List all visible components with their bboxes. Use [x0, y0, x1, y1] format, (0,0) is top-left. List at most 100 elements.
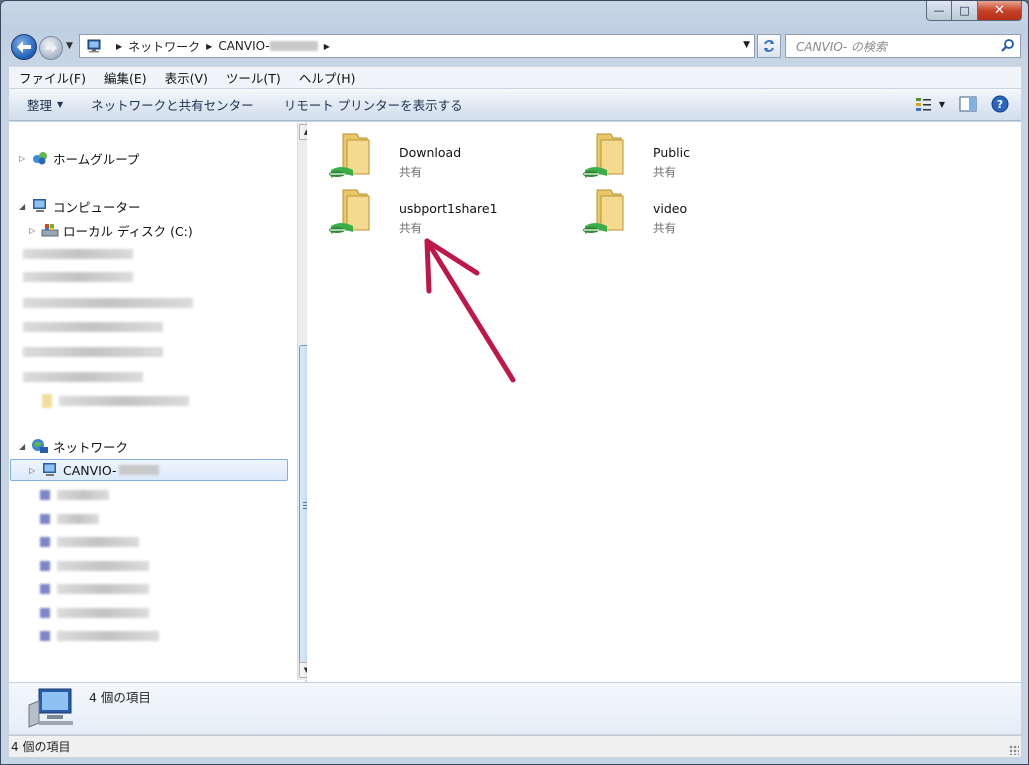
- network-computer-icon: [41, 462, 59, 478]
- chevron-right-icon[interactable]: ▶: [116, 42, 122, 51]
- file-description: 共有: [399, 165, 422, 179]
- forward-arrow-icon: [45, 43, 57, 53]
- expand-arrow-icon[interactable]: ▷: [29, 466, 39, 475]
- recent-pages-dropdown[interactable]: ▼: [66, 41, 73, 51]
- forward-button[interactable]: [39, 36, 63, 60]
- tree-canvio[interactable]: ▷ CANVIO-: [10, 459, 288, 481]
- shared-folder-icon: [329, 133, 370, 178]
- remote-printers-button[interactable]: リモート プリンターを表示する: [284, 95, 463, 114]
- search-placeholder: CANVIO- の検索: [796, 39, 887, 54]
- explorer-window: — □ ✕ ▼ ▶ ネットワーク ▶ CANVIO- ▶ ▼ CANVIO- の…: [0, 0, 1029, 765]
- menu-file[interactable]: ファイル(F): [19, 68, 86, 87]
- shared-folder-icon: [329, 189, 370, 234]
- redacted-item: [59, 396, 189, 406]
- redacted-icon: [40, 514, 50, 524]
- view-controls: ▼ ?: [901, 95, 1009, 113]
- file-item-public[interactable]: Public 共有: [581, 130, 821, 182]
- breadcrumb-network[interactable]: ネットワーク: [128, 38, 200, 55]
- tree-homegroup[interactable]: ▷ ホームグループ: [19, 148, 139, 168]
- preview-pane-icon: [959, 96, 977, 112]
- title-bar: — □ ✕: [1, 1, 1028, 29]
- tree-label: ネットワーク: [53, 439, 129, 455]
- refresh-icon: [764, 40, 774, 52]
- redacted-icon: [40, 584, 50, 594]
- collapse-arrow-icon[interactable]: ◢: [19, 442, 29, 451]
- shared-folder-icon: [583, 133, 624, 178]
- maximize-button[interactable]: □: [952, 1, 978, 21]
- navigation-row: ▼ ▶ ネットワーク ▶ CANVIO- ▶ ▼ CANVIO- の検索: [9, 34, 1021, 60]
- refresh-button[interactable]: [757, 34, 781, 58]
- redacted-icon: [40, 561, 50, 571]
- annotation-arrow: [424, 238, 516, 383]
- chevron-right-icon[interactable]: ▶: [206, 42, 212, 51]
- menu-help[interactable]: ヘルプ(H): [299, 68, 356, 87]
- tree-label: ホームグループ: [53, 151, 140, 167]
- maximize-icon: □: [959, 4, 970, 17]
- tree-label: ローカル ディスク (C:): [63, 223, 193, 239]
- tree-network[interactable]: ◢ ネットワーク: [19, 436, 128, 456]
- close-icon: ✕: [994, 3, 1005, 18]
- change-view-button[interactable]: ▼: [915, 96, 945, 112]
- chevron-down-icon: ▼: [57, 100, 64, 109]
- network-center-button[interactable]: ネットワークと共有センター: [91, 95, 254, 114]
- tree-local-disk[interactable]: ▷ ローカル ディスク (C:): [29, 220, 193, 240]
- network-center-label: ネットワークと共有センター: [91, 98, 254, 113]
- homegroup-icon: [31, 150, 49, 166]
- tree-computer[interactable]: ◢ コンピューター: [19, 196, 141, 216]
- back-button[interactable]: [11, 34, 37, 60]
- menu-edit[interactable]: 編集(E): [104, 68, 147, 87]
- help-button[interactable]: ?: [991, 95, 1009, 113]
- redacted-icon: [42, 394, 52, 408]
- navigation-pane[interactable]: ▷ ホームグループ ◢ コンピューター ▷ ローカル ディスク (C:) ◢ ネ…: [9, 122, 314, 682]
- close-button[interactable]: ✕: [978, 1, 1022, 21]
- chevron-right-icon[interactable]: ▶: [324, 42, 330, 51]
- status-bar: 4 個の項目: [9, 735, 1021, 757]
- redacted-item: [23, 372, 143, 382]
- file-name: usbport1share1: [399, 201, 498, 216]
- redacted-item: [57, 584, 149, 594]
- redacted-item: [23, 272, 133, 282]
- status-item-count: 4 個の項目: [11, 740, 71, 754]
- address-dropdown-icon[interactable]: ▼: [743, 40, 750, 50]
- redacted-item: [57, 537, 139, 547]
- help-icon: ?: [991, 95, 1009, 113]
- expand-arrow-icon[interactable]: ▷: [29, 226, 39, 235]
- file-name: video: [653, 201, 688, 216]
- chevron-down-icon[interactable]: ▼: [939, 100, 945, 109]
- details-pane: 4 個の項目: [9, 682, 1021, 734]
- redacted-item: [23, 347, 163, 357]
- expand-arrow-icon[interactable]: ▷: [19, 154, 29, 163]
- redacted-text: [269, 41, 318, 51]
- file-description: 共有: [653, 165, 676, 179]
- file-name: Download: [399, 145, 462, 160]
- shared-folder-icon: [583, 189, 624, 234]
- preview-pane-button[interactable]: [959, 96, 977, 112]
- address-bar[interactable]: ▶ ネットワーク ▶ CANVIO- ▶ ▼: [79, 34, 755, 58]
- redacted-item: [57, 608, 149, 618]
- back-arrow-icon: [17, 41, 31, 53]
- redacted-icon: [40, 490, 50, 500]
- organize-button[interactable]: 整理 ▼: [27, 95, 63, 114]
- disk-icon: [41, 222, 59, 238]
- menu-tools[interactable]: ツール(T): [226, 68, 281, 87]
- search-input[interactable]: CANVIO- の検索: [785, 34, 1021, 58]
- menu-view[interactable]: 表示(V): [165, 68, 208, 87]
- file-description: 共有: [653, 221, 676, 235]
- search-icon[interactable]: [1000, 38, 1016, 54]
- network-computer-icon: [28, 688, 73, 728]
- minimize-button[interactable]: —: [926, 1, 952, 21]
- redacted-item: [57, 490, 109, 500]
- breadcrumb-canvio[interactable]: CANVIO-: [218, 39, 269, 53]
- tree-label: コンピューター: [53, 199, 141, 215]
- caption-buttons: — □ ✕: [926, 1, 1022, 21]
- file-item-video[interactable]: video 共有: [581, 186, 821, 238]
- menu-bar: ファイル(F) 編集(E) 表示(V) ツール(T) ヘルプ(H): [9, 66, 1021, 88]
- network-icon: [87, 39, 101, 53]
- redacted-icon: [40, 537, 50, 547]
- command-bar: 整理 ▼ ネットワークと共有センター リモート プリンターを表示する ▼ ?: [9, 89, 1021, 121]
- collapse-arrow-icon[interactable]: ◢: [19, 202, 29, 211]
- resize-grip-icon[interactable]: [1009, 745, 1019, 755]
- organize-label: 整理: [27, 98, 53, 113]
- file-pane[interactable]: Download 共有 Public 共有 usbport1share1 共有 …: [307, 122, 1021, 682]
- file-item-download[interactable]: Download 共有: [327, 130, 567, 182]
